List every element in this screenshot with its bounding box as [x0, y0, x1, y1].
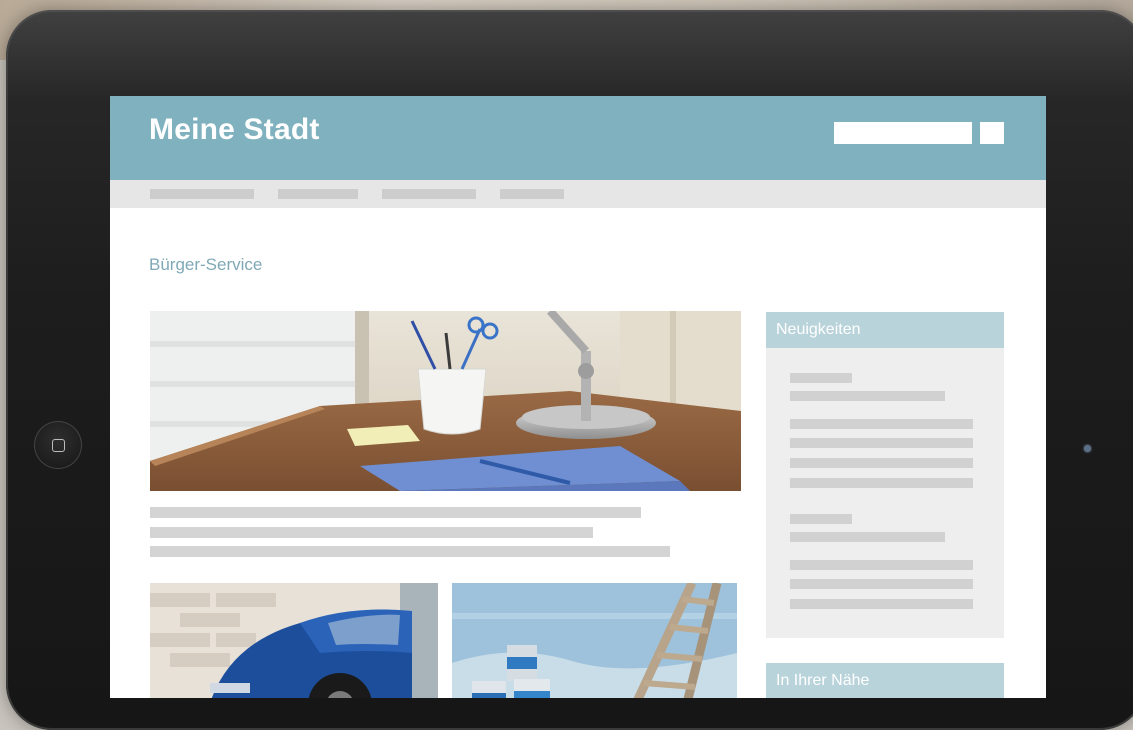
news-item-line [790, 599, 973, 609]
search-input[interactable] [834, 122, 972, 144]
news-item-line [790, 532, 945, 542]
nav-item-3[interactable] [382, 189, 476, 199]
nearby-panel: In Ihrer Nähe [766, 663, 1004, 698]
nav-item-4[interactable] [500, 189, 564, 199]
news-item-line [790, 458, 973, 468]
car-thumbnail[interactable] [150, 583, 438, 698]
news-heading[interactable]: Neuigkeiten [766, 312, 1004, 348]
news-item-line [790, 478, 973, 488]
news-item-title[interactable] [790, 514, 852, 524]
article-text-line [150, 546, 670, 557]
news-item-line [790, 438, 973, 448]
site-title[interactable]: Meine Stadt [149, 113, 320, 147]
camera-sensor [1084, 445, 1091, 452]
tablet-screen: Meine Stadt Bürger-Service Neuigkeiten I… [110, 96, 1046, 698]
desk-illustration [150, 311, 741, 491]
section-title[interactable]: Bürger-Service [149, 255, 262, 275]
ladder-paint-illustration [452, 583, 737, 698]
news-item-line [790, 391, 945, 401]
hero-image[interactable] [150, 311, 741, 491]
nav-item-1[interactable] [150, 189, 254, 199]
article-text-line [150, 507, 641, 518]
article-text-line [150, 527, 593, 538]
main-navigation [110, 180, 1046, 208]
news-item-line [790, 579, 973, 589]
car-illustration [150, 583, 438, 698]
nearby-heading[interactable]: In Ihrer Nähe [766, 663, 1004, 698]
news-item-line [790, 560, 973, 570]
news-item-title[interactable] [790, 373, 852, 383]
nav-item-2[interactable] [278, 189, 358, 199]
home-square-icon [51, 438, 65, 452]
search-button[interactable] [980, 122, 1004, 144]
news-item-line [790, 419, 973, 429]
news-panel: Neuigkeiten [766, 312, 1004, 638]
site-header: Meine Stadt [110, 96, 1046, 180]
home-button[interactable] [34, 421, 82, 469]
paint-thumbnail[interactable] [452, 583, 737, 698]
